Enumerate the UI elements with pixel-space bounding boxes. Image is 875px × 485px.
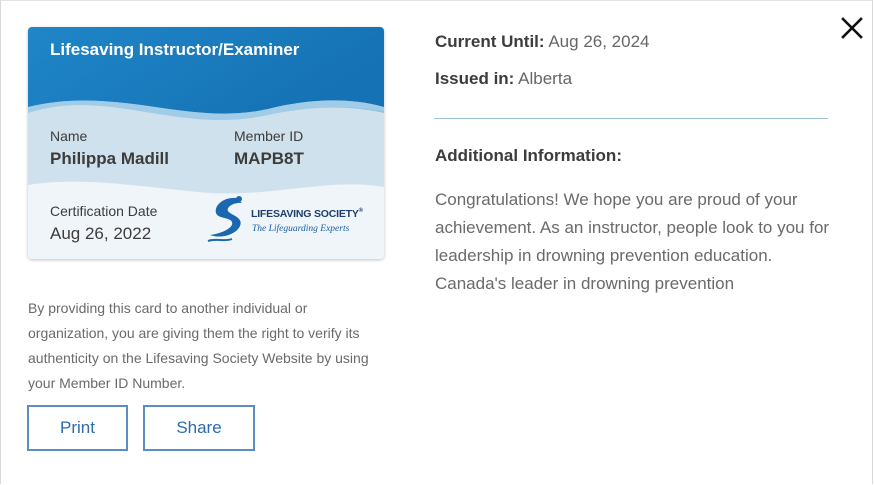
name-label: Name [50, 128, 88, 144]
close-icon[interactable] [840, 16, 864, 40]
swimmer-icon [207, 196, 242, 242]
current-until-label: Current Until: [435, 32, 545, 51]
divider [434, 118, 828, 119]
current-until-row: Current Until: Aug 26, 2024 [435, 32, 650, 52]
issued-in-value: Alberta [518, 69, 573, 88]
logo-tagline: The Lifeguarding Experts [252, 224, 350, 234]
logo-wordmark: LIFESAVING SOCIETY® [251, 208, 363, 220]
additional-info-text: Congratulations! We hope you are proud o… [435, 190, 830, 293]
name-value: Philippa Madill [50, 149, 170, 168]
lifesaving-society-logo: LIFESAVING SOCIETY® The Lifeguarding Exp… [206, 195, 366, 245]
certification-card: Lifesaving Instructor/Examiner Name Phil… [28, 27, 384, 259]
issued-in-label: Issued in: [435, 69, 515, 88]
issued-in-row: Issued in: Alberta [435, 69, 572, 89]
member-id-label: Member ID [234, 128, 304, 144]
current-until-value: Aug 26, 2024 [548, 32, 650, 51]
member-id-value: MAPB8T [234, 149, 304, 168]
certification-date-label: Certification Date [50, 203, 158, 219]
card-title: Lifesaving Instructor/Examiner [50, 40, 300, 59]
print-button[interactable]: Print [27, 405, 128, 451]
additional-info-title: Additional Information: [435, 146, 622, 165]
disclaimer-text: By providing this card to another indivi… [28, 300, 369, 391]
certification-date-value: Aug 26, 2022 [50, 224, 152, 243]
share-button[interactable]: Share [143, 405, 255, 451]
